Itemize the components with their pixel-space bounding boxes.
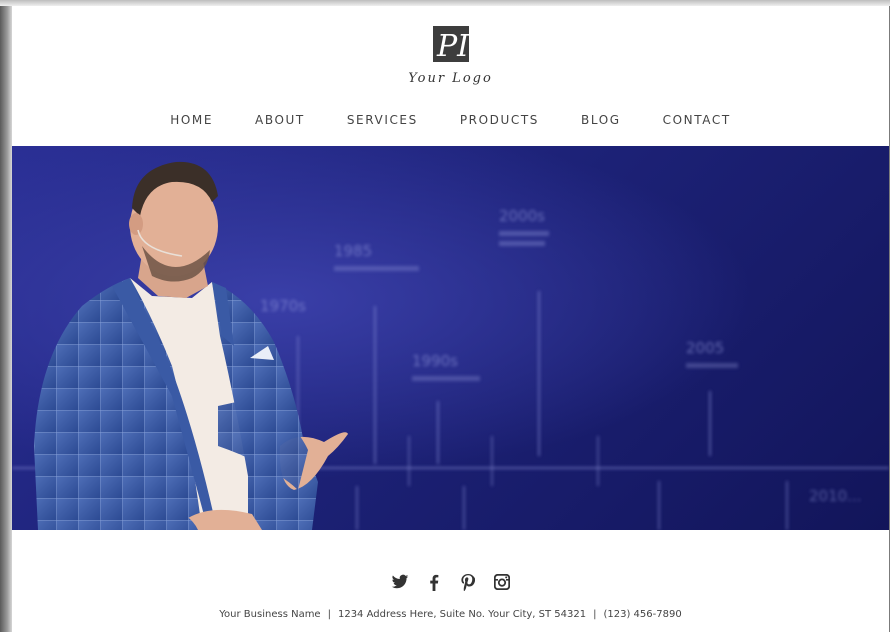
logo-mark-icon: PI (432, 26, 469, 64)
svg-text:2005: 2005 (686, 339, 724, 357)
svg-text:2010...: 2010... (809, 487, 861, 505)
footer-phone[interactable]: (123) 456-7890 (603, 609, 681, 620)
instagram-icon[interactable] (492, 572, 512, 592)
twitter-icon[interactable] (390, 572, 410, 592)
nav-item-about[interactable]: ABOUT (255, 110, 305, 130)
logo-text: Your Logo (408, 71, 493, 86)
footer-contact-info: Your Business Name | 1234 Address Here, Su… (12, 609, 889, 620)
social-links (12, 572, 889, 592)
footer-address: 1234 Address Here, Suite No. Your City, … (337, 609, 587, 620)
facebook-icon[interactable] (424, 572, 444, 592)
site-logo[interactable]: PI Your Logo (12, 24, 889, 86)
nav-item-services[interactable]: SERVICES (347, 110, 418, 130)
presenter-photo (34, 161, 348, 530)
svg-text:1970s: 1970s (260, 297, 306, 315)
svg-text:2000s: 2000s (499, 207, 545, 225)
pinterest-icon[interactable] (458, 572, 478, 592)
svg-text:1985: 1985 (334, 242, 372, 260)
web-page: PI Your Logo HOME ABOUT SERVICES PRODUCT… (11, 6, 889, 632)
hero-illustration: 2000s 1985 1970s 1990s 2005 2010... (12, 161, 889, 530)
svg-text:1990s: 1990s (412, 352, 458, 370)
hero-banner: 2000s 1985 1970s 1990s 2005 2010... (12, 146, 889, 530)
nav-item-home[interactable]: HOME (170, 110, 213, 130)
footer-separator: | (593, 609, 597, 620)
footer-separator: | (327, 609, 331, 620)
nav-item-products[interactable]: PRODUCTS (460, 110, 539, 130)
svg-text:PI: PI (436, 29, 469, 64)
main-navigation: HOME ABOUT SERVICES PRODUCTS BLOG CONTAC… (12, 110, 889, 130)
nav-item-contact[interactable]: CONTACT (663, 110, 731, 130)
footer-business-name: Your Business Name (219, 609, 321, 620)
nav-item-blog[interactable]: BLOG (581, 110, 621, 130)
